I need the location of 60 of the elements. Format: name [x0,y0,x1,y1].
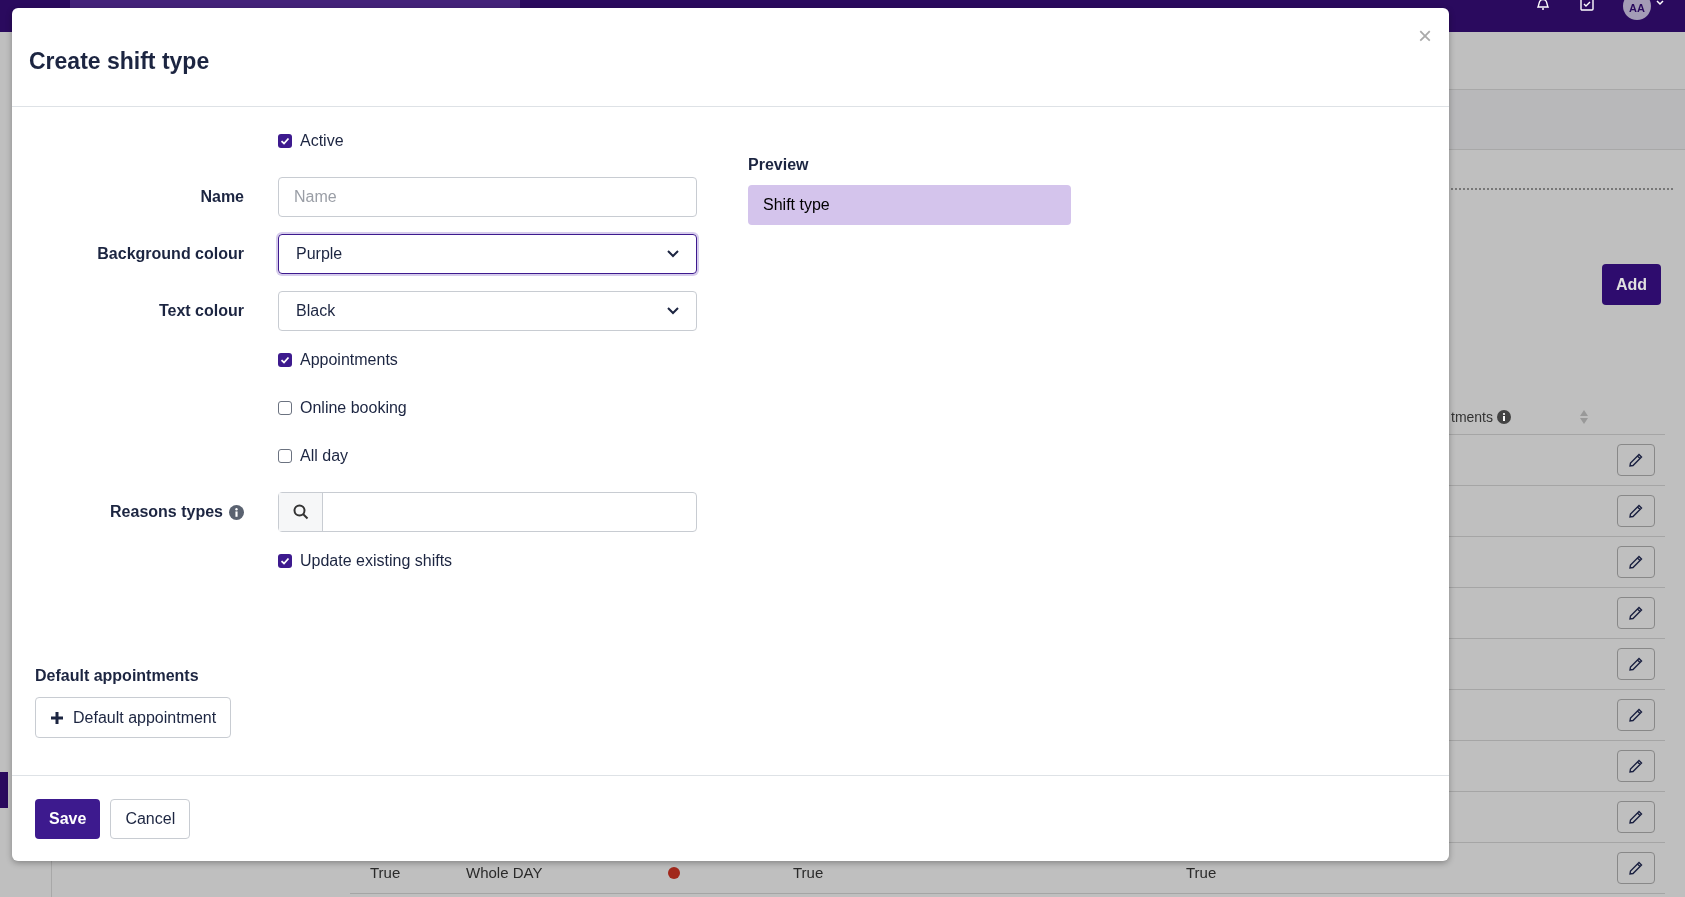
checkbox-label: Appointments [300,350,398,370]
field-label: Name [200,187,244,207]
pencil-icon [1628,452,1644,468]
table-cell-text: Whole DAY [466,862,544,883]
shift-type-preview: Shift type [748,185,1071,225]
default-appointment-button[interactable]: Default appointment [35,697,232,738]
checkbox[interactable] [278,353,292,367]
pencil-icon [1628,707,1644,723]
pencil-icon [1628,503,1644,519]
field-label: Reasons types [110,502,223,522]
name-field[interactable]: Name [278,177,697,217]
field-label: Text colour [158,301,244,321]
check-icon [280,136,290,146]
edit-button[interactable] [1617,801,1655,833]
edit-button[interactable] [1617,648,1655,680]
calendar-check-icon[interactable] [1579,0,1595,12]
edit-button[interactable] [1617,546,1655,578]
check-icon [280,556,290,566]
checkbox-label: Online booking [300,398,407,418]
user-avatar[interactable]: AA [1623,0,1651,20]
select-field[interactable]: Black [278,291,697,331]
dialog-title: Create shift type [29,50,210,73]
pencil-icon [1628,605,1644,621]
chevron-down-icon [667,250,679,258]
edit-button[interactable] [1617,699,1655,731]
table-cell-text: True [1186,862,1217,883]
checkbox[interactable] [278,554,292,568]
column-header: tments [1451,407,1493,427]
checkbox-label: Active [300,131,344,151]
checkbox[interactable] [278,134,292,148]
checkbox-label: Update existing shifts [300,551,453,571]
plus-icon [50,710,64,725]
preview-label: Preview [748,155,810,175]
checkbox[interactable] [278,401,292,415]
table-cell-text: True [793,862,825,883]
pencil-icon [1628,758,1644,774]
add-button[interactable]: Add [1601,264,1661,305]
edit-button[interactable] [1617,750,1655,782]
search-icon [292,504,309,520]
edit-button[interactable] [1617,597,1655,629]
select-field[interactable]: Purple [278,234,697,274]
table-cell-text: True [370,862,402,883]
edit-button[interactable] [1617,852,1655,884]
edit-button[interactable] [1617,495,1655,527]
pencil-icon [1628,554,1644,570]
pencil-icon [1628,809,1644,825]
section-label: Default appointments [35,666,199,686]
checkbox-label: All day [300,446,349,466]
field-label: Background colour [97,244,244,264]
caret-icon[interactable] [1655,0,1665,8]
save-button[interactable]: Save [35,798,101,839]
chevron-down-icon [667,307,679,315]
edit-button[interactable] [1617,444,1655,476]
info-icon [1497,410,1511,424]
checkbox[interactable] [278,449,292,463]
cancel-button[interactable]: Cancel [110,798,191,839]
pencil-icon [1628,656,1644,672]
check-icon [280,355,290,365]
pencil-icon [1628,860,1644,876]
bell-icon[interactable] [1535,0,1551,12]
